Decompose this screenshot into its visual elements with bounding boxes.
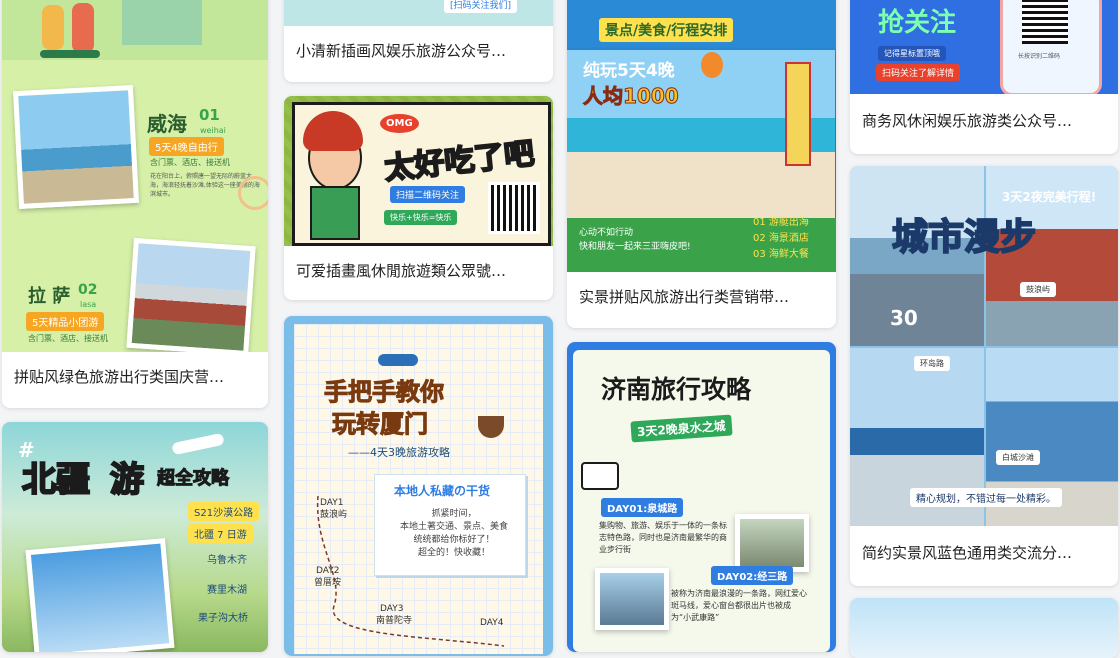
template-thumbnail bbox=[850, 598, 1118, 658]
template-card-7[interactable]: 济南旅行攻略 3天2晚泉水之城 DAY01:泉城路 集购物、旅游、娱乐于一体的一… bbox=[567, 342, 836, 652]
template-card-1[interactable]: 威海 01 weihai 5天4晚自由行 含门票、酒店、接送机 花在阳台上，俯照… bbox=[2, 0, 268, 408]
traveler-illustration bbox=[32, 0, 112, 65]
bridge-photo bbox=[595, 568, 669, 630]
template-title[interactable]: 小清新插画风娱乐旅游公众号… bbox=[296, 40, 543, 61]
template-card-3[interactable]: [扫码关注我们] 小清新插画风娱乐旅游公众号… bbox=[284, 0, 553, 82]
lighthouse-icon bbox=[785, 62, 811, 166]
sky-photo bbox=[25, 538, 175, 652]
place-label-2: 环岛路 bbox=[914, 356, 950, 371]
template-title[interactable]: 商务风休闲娱乐旅游类公众号… bbox=[862, 110, 1108, 131]
template-card-9[interactable]: 城市漫步 3天2夜完美行程! 30 鼓浪屿 环岛路 白城沙滩 精心规划，不错过每… bbox=[850, 166, 1118, 586]
stop-2: 赛里木湖 bbox=[207, 585, 247, 596]
template-title[interactable]: 简约实景风蓝色通用类交流分… bbox=[862, 542, 1108, 563]
camera-icon bbox=[581, 462, 619, 490]
template-title[interactable]: 拼贴风绿色旅游出行类国庆营… bbox=[14, 366, 258, 387]
item-3: 03 海鲜大餐 bbox=[753, 249, 809, 260]
headline-line-1: 手把手教你 bbox=[324, 378, 445, 407]
flower-decoration bbox=[238, 176, 268, 210]
route-tag-1: S21沙漠公路 bbox=[188, 502, 260, 521]
day-4: DAY4 bbox=[480, 618, 504, 628]
balloon-icon bbox=[701, 52, 723, 78]
template-thumbnail: 济南旅行攻略 3天2晚泉水之城 DAY01:泉城路 集购物、旅游、娱乐于一体的一… bbox=[567, 342, 836, 652]
airplane-icon bbox=[171, 432, 225, 456]
omg-bubble: OMG bbox=[380, 114, 419, 133]
lhasa-photo bbox=[126, 237, 256, 352]
template-thumbnail: 景点/美食/行程安排 纯玩5天4晚 人均1000 心动不如行动 快和朋友一起来三… bbox=[567, 0, 836, 272]
tour-tag-1: 5天4晚自由行 bbox=[149, 137, 224, 156]
template-card-2[interactable]: # 北疆 游 超全攻略 S21沙漠公路 北疆 7 日游 乌鲁木齐 赛里木湖 果子… bbox=[2, 422, 268, 652]
headline: 济南旅行攻略 bbox=[601, 375, 752, 404]
sunglasses-icon bbox=[378, 354, 418, 366]
template-title[interactable]: 可爱插畫風休閒旅遊類公眾號… bbox=[296, 260, 543, 281]
girl-illustration bbox=[298, 106, 368, 240]
template-thumbnail: 威海 01 weihai 5天4晚自由行 含门票、酒店、接送机 花在阳台上，俯照… bbox=[2, 0, 268, 352]
headline: 抢关注 bbox=[878, 8, 957, 38]
template-thumbnail: # 北疆 游 超全攻略 S21沙漠公路 北疆 7 日游 乌鲁木齐 赛里木湖 果子… bbox=[2, 422, 268, 652]
template-thumbnail: 抢关注 记得星标置顶哦 扫码关注了解详情 长按识别二维码 bbox=[850, 0, 1118, 94]
item-1: 01 游艇出海 bbox=[753, 217, 809, 228]
day-label-2: DAY02:经三路 bbox=[711, 566, 794, 585]
title-part-1: 北疆 bbox=[21, 459, 91, 501]
weihai-photo bbox=[12, 84, 140, 210]
template-card-10[interactable] bbox=[850, 598, 1118, 658]
template-thumbnail: 城市漫步 3天2夜完美行程! 30 鼓浪屿 环岛路 白城沙滩 精心规划，不错过每… bbox=[850, 166, 1118, 526]
package-line-2: 人均1000 bbox=[583, 84, 680, 109]
street-photo bbox=[735, 514, 809, 572]
template-title[interactable]: 实景拼贴风旅游出行类营销带… bbox=[579, 286, 826, 307]
template-card-6[interactable]: 景点/美食/行程安排 纯玩5天4晚 人均1000 心动不如行动 快和朋友一起来三… bbox=[567, 0, 836, 328]
city-name-2: 拉 萨 bbox=[28, 286, 71, 307]
qr-code-icon bbox=[1022, 0, 1068, 44]
template-thumbnail: OMG 太好吃了吧 扫描二维码关注 快乐+快乐=快乐 bbox=[284, 96, 553, 246]
template-thumbnail: 手把手教你 玩转厦门 ——4天3晚旅游攻略 本地人私藏の干货 抓紧时间， 本地土… bbox=[284, 316, 553, 656]
package-line-1: 纯玩5天4晚 bbox=[583, 61, 675, 81]
tour-tag-2: 5天精品小团游 bbox=[26, 312, 105, 331]
template-card-5[interactable]: 手把手教你 玩转厦门 ——4天3晚旅游攻略 本地人私藏の干货 抓紧时间， 本地土… bbox=[284, 316, 553, 656]
template-card-8[interactable]: 抢关注 记得星标置顶哦 扫码关注了解详情 长按识别二维码 商务风休闲娱乐旅游类公… bbox=[850, 0, 1118, 154]
item-2: 02 海景酒店 bbox=[753, 233, 809, 244]
place-label-3: 白城沙滩 bbox=[996, 450, 1040, 465]
headline-line-2: 玩转厦门 bbox=[332, 410, 429, 439]
city-name-1: 威海 bbox=[147, 112, 187, 136]
template-thumbnail: [扫码关注我们] bbox=[284, 0, 553, 26]
stop-3: 果子沟大桥 bbox=[198, 613, 248, 624]
qr-code-icon bbox=[488, 182, 540, 234]
day-label-1: DAY01:泉城路 bbox=[601, 498, 684, 517]
place-label-1: 鼓浪屿 bbox=[1020, 282, 1056, 297]
template-card-4[interactable]: OMG 太好吃了吧 扫描二维码关注 快乐+快乐=快乐 可爱插畫風休閒旅遊類公眾號… bbox=[284, 96, 553, 300]
route-tag-2: 北疆 7 日游 bbox=[188, 524, 253, 543]
stop-1: 乌鲁木齐 bbox=[207, 555, 247, 566]
headline: 城市漫步 bbox=[891, 216, 1037, 259]
